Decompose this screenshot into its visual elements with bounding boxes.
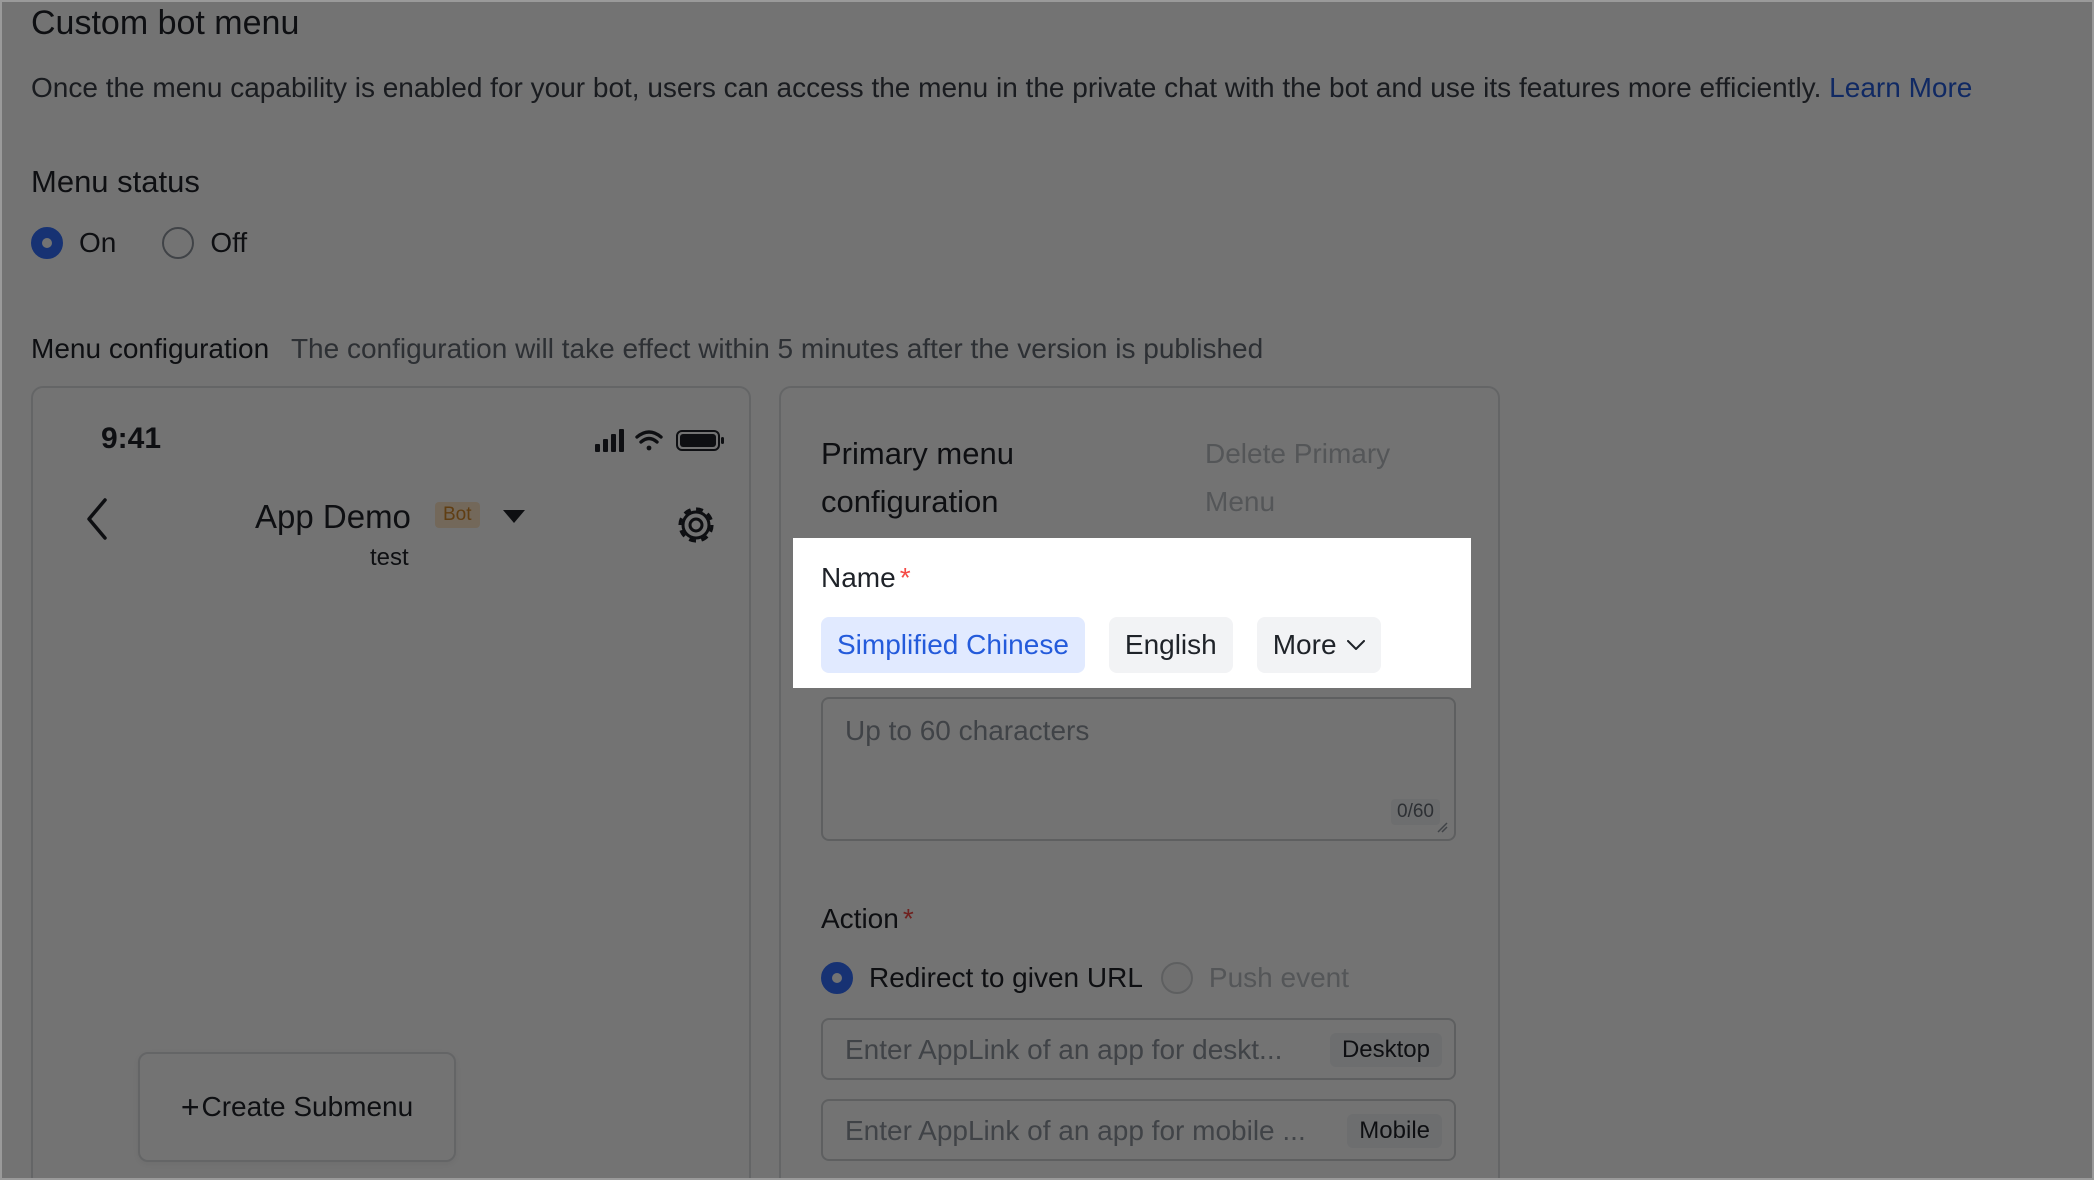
name-textarea[interactable]: Up to 60 characters 0/60	[821, 697, 1456, 841]
menu-configuration-note: The configuration will take effect withi…	[290, 333, 1264, 364]
name-label: Name *	[821, 562, 911, 594]
primary-menu-config-title: Primary menu configuration	[821, 430, 1014, 526]
status-bar-time: 9:41	[101, 422, 162, 455]
phone-preview: 9:41 App Demo Bot test + Create Submenu	[31, 386, 751, 1180]
chevron-down-icon	[1346, 640, 1365, 650]
mobile-applink-input[interactable]: Enter AppLink of an app for mobile ... M…	[821, 1099, 1456, 1161]
lang-tab-english[interactable]: English	[1108, 617, 1233, 673]
bot-badge: Bot	[435, 502, 480, 528]
status-bar-icons	[595, 429, 724, 452]
menu-status-off-label[interactable]: Off	[210, 227, 247, 259]
redirect-url-radio[interactable]	[821, 962, 853, 994]
menu-status-on-radio[interactable]	[31, 227, 63, 259]
primary-menu-title-line2: configuration	[821, 484, 999, 519]
action-label-text: Action	[821, 903, 899, 934]
menu-status-off-radio[interactable]	[162, 227, 195, 259]
page: Custom bot menu Once the menu capability…	[0, 0, 2094, 1180]
menu-status-radio-group: On Off	[31, 227, 293, 259]
delete-primary-menu-line1: Delete Primary	[1205, 438, 1391, 469]
section-title: Custom bot menu	[31, 4, 300, 42]
menu-configuration-header: Menu configuration The configuration wil…	[31, 333, 1263, 365]
learn-more-link[interactable]: Learn More	[1829, 72, 1972, 103]
lang-more-label: More	[1272, 629, 1337, 660]
dropdown-caret-icon[interactable]	[503, 510, 525, 523]
lang-tab-more[interactable]: More	[1256, 617, 1381, 673]
language-tabs: Simplified Chinese English More	[821, 617, 1405, 673]
action-label: Action *	[821, 903, 914, 935]
menu-configuration-title: Menu configuration	[31, 333, 270, 364]
description-text: Once the menu capability is enabled for …	[31, 72, 1822, 103]
primary-menu-title-line1: Primary menu	[821, 436, 1014, 471]
section-description: Once the menu capability is enabled for …	[31, 72, 1972, 104]
desktop-applink-input[interactable]: Enter AppLink of an app for deskt... Des…	[821, 1018, 1456, 1080]
name-character-count: 0/60	[1391, 799, 1440, 825]
mobile-applink-placeholder: Enter AppLink of an app for mobile ...	[845, 1115, 1306, 1146]
delete-primary-menu-line2: Menu	[1205, 486, 1276, 517]
battery-icon	[676, 430, 724, 451]
delete-primary-menu-button[interactable]: Delete Primary Menu	[1205, 430, 1390, 526]
name-placeholder: Up to 60 characters	[845, 715, 1090, 746]
menu-status-title: Menu status	[31, 164, 200, 199]
action-required-mark: *	[902, 903, 914, 934]
back-arrow-icon[interactable]	[81, 496, 113, 542]
create-submenu-label: Create Submenu	[201, 1091, 414, 1122]
plus-icon: +	[180, 1088, 200, 1125]
name-required-mark: *	[899, 562, 911, 593]
name-label-text: Name	[821, 562, 896, 593]
app-name: App Demo	[255, 498, 411, 535]
action-radio-group: Redirect to given URL Push event	[821, 962, 1367, 994]
gear-icon[interactable]	[671, 500, 721, 550]
lang-tab-simplified-chinese[interactable]: Simplified Chinese	[821, 617, 1085, 673]
push-event-radio[interactable]	[1160, 962, 1193, 994]
mobile-tag: Mobile	[1347, 1114, 1442, 1148]
signal-icon	[595, 429, 624, 452]
resize-handle-icon[interactable]	[1436, 821, 1448, 833]
redirect-url-label[interactable]: Redirect to given URL	[869, 962, 1143, 994]
push-event-label[interactable]: Push event	[1209, 962, 1349, 994]
create-submenu-button[interactable]: + Create Submenu	[138, 1052, 456, 1162]
desktop-tag: Desktop	[1329, 1033, 1442, 1067]
wifi-icon	[635, 430, 663, 451]
menu-status-on-label[interactable]: On	[79, 227, 116, 259]
app-subtitle: test	[370, 544, 409, 571]
desktop-applink-placeholder: Enter AppLink of an app for deskt...	[845, 1034, 1283, 1065]
